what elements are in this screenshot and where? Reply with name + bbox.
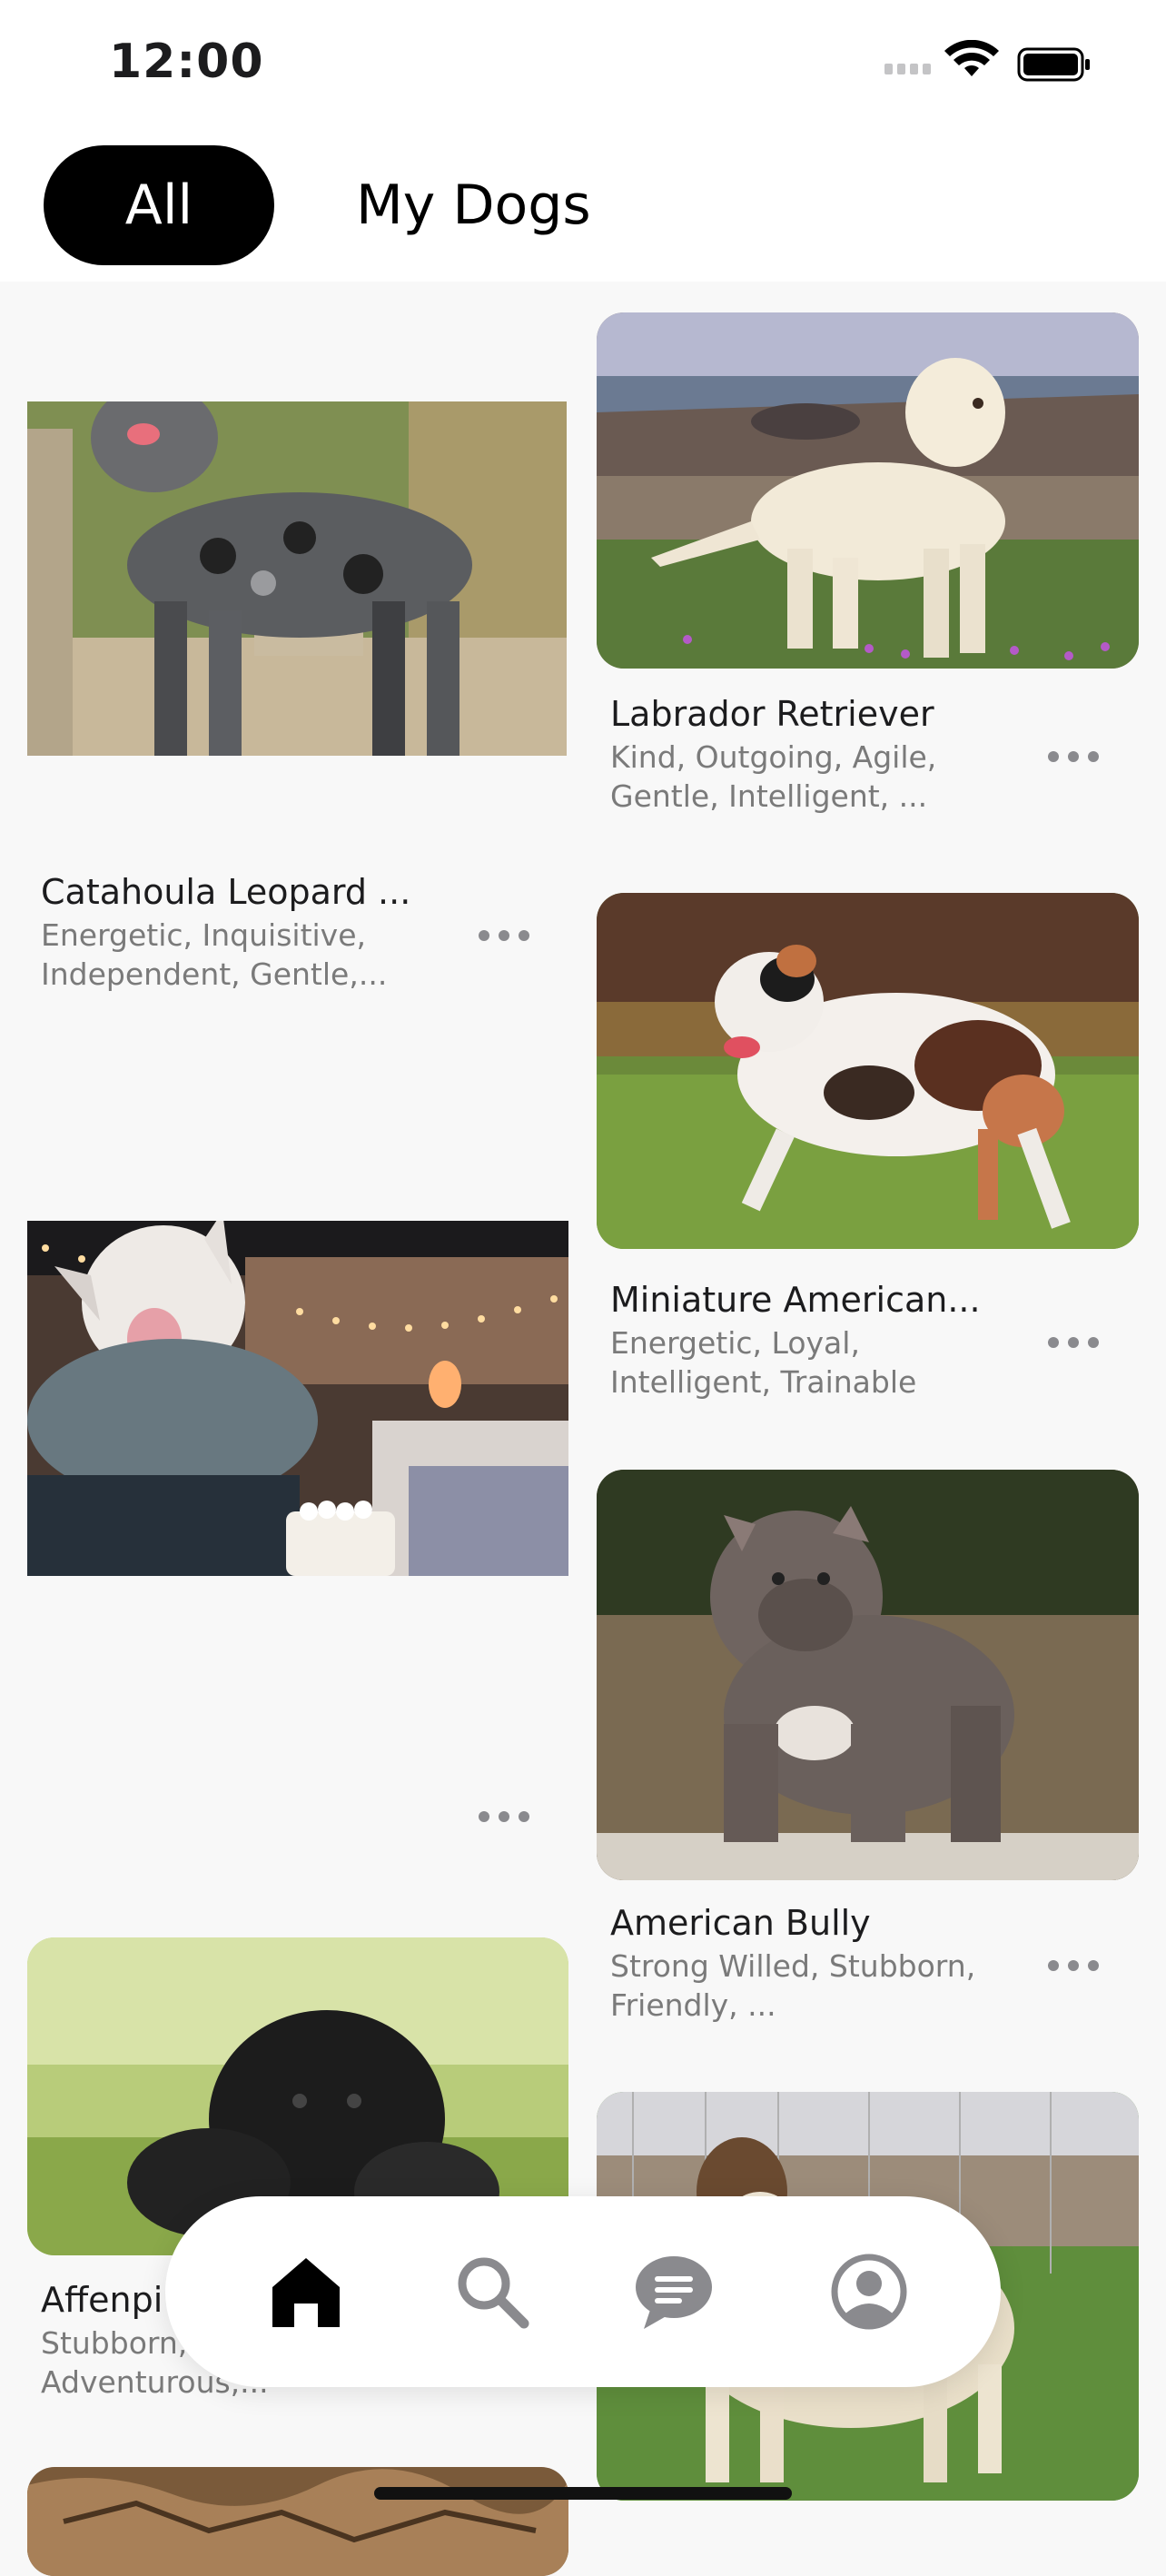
labrador-photo[interactable] [597,312,1139,669]
status-bar: 12:00 [0,0,1166,136]
search-icon[interactable] [451,2251,533,2333]
catahoula-photo[interactable] [27,401,567,756]
status-time: 12:00 [109,35,264,89]
card-title-american-bully[interactable]: American Bully [610,1903,871,1943]
card-traits-american-bully: Strong Willed, Stubborn, Friendly, ... [610,1948,976,2023]
more-options-icon[interactable] [479,1808,529,1826]
profile-icon[interactable] [828,2251,910,2333]
home-icon[interactable] [265,2251,347,2333]
card-traits-miniature-american: Energetic, Loyal, Intelligent, Trainable [610,1325,917,1400]
filter-tabs: All My Dogs [0,136,1166,282]
home-indicator[interactable] [374,2487,792,2500]
tab-all[interactable]: All [44,145,274,265]
card-title-catahoula[interactable]: Catahoula Leopard ... [41,872,410,912]
more-options-icon[interactable] [1048,1957,1099,1975]
card-title-affenpinscher[interactable]: Affenpi [41,2280,163,2320]
miniature-american-photo[interactable] [597,893,1139,1249]
more-options-icon[interactable] [479,926,529,945]
tab-my-dogs[interactable]: My Dogs [356,145,591,265]
card-traits-catahoula: Energetic, Inquisitive, Independent, Gen… [41,917,388,992]
american-bully-photo[interactable] [597,1470,1139,1880]
chat-icon[interactable] [633,2251,715,2333]
card-title-labrador[interactable]: Labrador Retriever [610,694,934,734]
battery-icon [1017,47,1090,82]
scarf-dog-photo[interactable] [27,1221,568,1576]
status-icons [884,40,1090,82]
partial-dog-photo[interactable] [27,2467,568,2576]
card-title-miniature-american[interactable]: Miniature American... [610,1280,981,1320]
card-traits-labrador: Kind, Outgoing, Agile, Gentle, Intellige… [610,739,937,814]
more-options-icon[interactable] [1048,748,1099,766]
signal-icon [884,64,931,74]
bottom-navigation [165,2196,1001,2387]
wifi-icon [944,40,999,76]
more-options-icon[interactable] [1048,1333,1099,1352]
